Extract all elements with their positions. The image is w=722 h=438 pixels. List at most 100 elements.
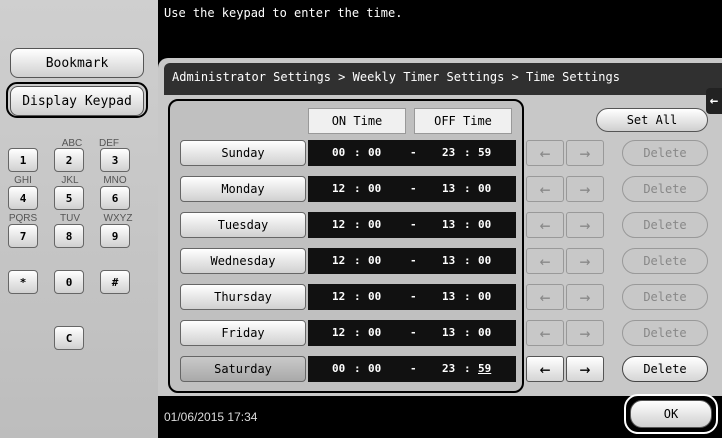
cursor-left-button[interactable]: ← <box>526 356 564 382</box>
off-minute: 00 <box>478 182 492 195</box>
key-1[interactable]: 1 <box>8 148 38 172</box>
key-8-letters: TUV <box>60 213 80 224</box>
cursor-right-button: → <box>566 212 604 238</box>
range-sep: - <box>410 326 417 339</box>
cursor-left-button: ← <box>526 320 564 346</box>
on-hour: 12 <box>332 182 346 195</box>
key-clear[interactable]: C <box>54 326 84 350</box>
cursor-left-button: ← <box>526 212 564 238</box>
off-minute: 00 <box>478 326 492 339</box>
day-button-tuesday[interactable]: Tuesday <box>180 212 306 238</box>
time-sep: : <box>464 254 471 267</box>
off-minute: 00 <box>478 218 492 231</box>
key-hash[interactable]: # <box>100 270 130 294</box>
key-3[interactable]: 3 <box>100 148 130 172</box>
time-range-thursday[interactable]: 12 : 00 - 13 : 00 <box>308 284 516 310</box>
key-6-letters: MNO <box>103 175 127 186</box>
on-hour: 12 <box>332 254 346 267</box>
off-hour: 13 <box>442 326 456 339</box>
range-sep: - <box>410 254 417 267</box>
time-sep: : <box>354 254 361 267</box>
on-minute: 00 <box>368 218 382 231</box>
delete-button: Delete <box>622 212 708 238</box>
delete-button: Delete <box>622 284 708 310</box>
off-minute: 59 <box>478 362 492 375</box>
on-hour: 12 <box>332 326 346 339</box>
time-range-tuesday[interactable]: 12 : 00 - 13 : 00 <box>308 212 516 238</box>
on-time-header: ON Time <box>308 108 406 134</box>
key-9-letters: WXYZ <box>103 213 133 224</box>
cursor-left-button: ← <box>526 248 564 274</box>
cursor-right-button[interactable]: → <box>566 356 604 382</box>
on-minute: 00 <box>368 146 382 159</box>
key-5[interactable]: 5 <box>54 186 84 210</box>
time-range-sunday[interactable]: 00 : 00 - 23 : 59 <box>308 140 516 166</box>
key-7[interactable]: 7 <box>8 224 38 248</box>
range-sep: - <box>410 146 417 159</box>
delete-button: Delete <box>622 140 708 166</box>
display-keypad-button[interactable]: Display Keypad <box>10 86 144 116</box>
time-sep: : <box>464 290 471 303</box>
delete-button: Delete <box>622 248 708 274</box>
cursor-left-button: ← <box>526 176 564 202</box>
back-arrow-icon[interactable]: ← <box>706 88 722 114</box>
range-sep: - <box>410 290 417 303</box>
off-hour: 23 <box>442 362 456 375</box>
off-hour: 13 <box>442 182 456 195</box>
time-sep: : <box>464 182 471 195</box>
cursor-left-button: ← <box>526 284 564 310</box>
range-sep: - <box>410 362 417 375</box>
range-sep: - <box>410 218 417 231</box>
cursor-left-button: ← <box>526 140 564 166</box>
off-hour: 13 <box>442 290 456 303</box>
day-button-thursday[interactable]: Thursday <box>180 284 306 310</box>
key-5-letters: JKL <box>61 175 79 186</box>
time-sep: : <box>464 326 471 339</box>
on-minute: 00 <box>368 362 382 375</box>
time-range-saturday[interactable]: 00 : 00 - 23 : 59 <box>308 356 516 382</box>
cursor-right-button: → <box>566 284 604 310</box>
key-2[interactable]: 2 <box>54 148 84 172</box>
off-hour: 13 <box>442 254 456 267</box>
time-sep: : <box>354 182 361 195</box>
time-sep: : <box>354 326 361 339</box>
on-minute: 00 <box>368 182 382 195</box>
off-minute: 59 <box>478 146 492 159</box>
delete-button: Delete <box>622 176 708 202</box>
key-7-letters: PQRS <box>8 213 38 224</box>
key-4[interactable]: 4 <box>8 186 38 210</box>
time-range-friday[interactable]: 12 : 00 - 13 : 00 <box>308 320 516 346</box>
key-9[interactable]: 9 <box>100 224 130 248</box>
bookmark-button[interactable]: Bookmark <box>10 48 144 78</box>
instruction-message: Use the keypad to enter the time. <box>164 6 403 20</box>
delete-button: Delete <box>622 320 708 346</box>
key-8[interactable]: 8 <box>54 224 84 248</box>
cursor-right-button: → <box>566 320 604 346</box>
range-sep: - <box>410 182 417 195</box>
off-hour: 13 <box>442 218 456 231</box>
key-0[interactable]: 0 <box>54 270 84 294</box>
off-hour: 23 <box>442 146 456 159</box>
key-6[interactable]: 6 <box>100 186 130 210</box>
day-button-sunday[interactable]: Sunday <box>180 140 306 166</box>
delete-button[interactable]: Delete <box>622 356 708 382</box>
time-range-monday[interactable]: 12 : 00 - 13 : 00 <box>308 176 516 202</box>
on-hour: 00 <box>332 146 346 159</box>
day-button-friday[interactable]: Friday <box>180 320 306 346</box>
off-minute: 00 <box>478 290 492 303</box>
ok-button[interactable]: OK <box>630 400 712 428</box>
time-sep: : <box>354 362 361 375</box>
day-button-monday[interactable]: Monday <box>180 176 306 202</box>
date-time: 01/06/2015 17:34 <box>164 410 258 424</box>
set-all-button[interactable]: Set All <box>596 108 708 132</box>
on-minute: 00 <box>368 290 382 303</box>
key-star[interactable]: * <box>8 270 38 294</box>
off-minute: 00 <box>478 254 492 267</box>
day-button-wednesday[interactable]: Wednesday <box>180 248 306 274</box>
on-hour: 12 <box>332 290 346 303</box>
on-minute: 00 <box>368 254 382 267</box>
key-4-letters: GHI <box>14 175 32 186</box>
day-button-saturday[interactable]: Saturday <box>180 356 306 382</box>
time-sep: : <box>354 290 361 303</box>
time-range-wednesday[interactable]: 12 : 00 - 13 : 00 <box>308 248 516 274</box>
